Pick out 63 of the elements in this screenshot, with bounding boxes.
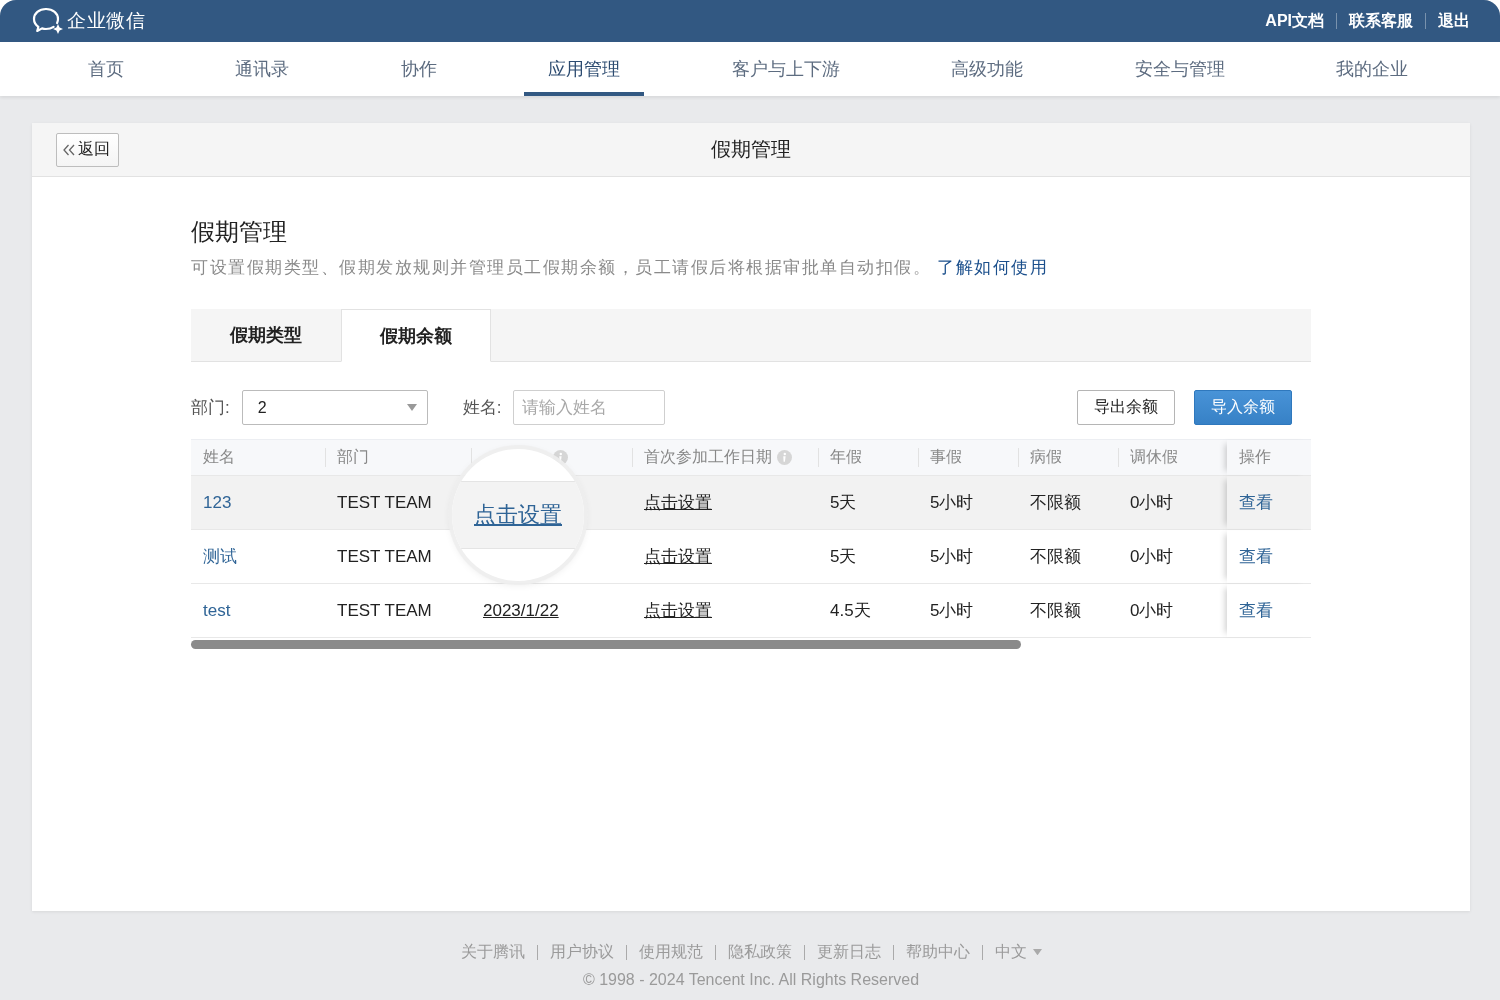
nav-item[interactable]: 我的企业 <box>1311 42 1432 96</box>
back-button[interactable]: 返回 <box>56 132 119 167</box>
employee-name-link[interactable]: test <box>203 600 231 621</box>
tab[interactable]: 假期余额 <box>341 309 491 362</box>
employee-name-link[interactable]: 测试 <box>203 545 237 568</box>
table-cell-text: TEST TEAM <box>336 491 433 514</box>
column-header: 姓名 <box>203 447 235 467</box>
nav-item[interactable]: 客户与上下游 <box>707 42 864 96</box>
set-link[interactable]: 2023/1/22 <box>483 600 559 621</box>
field-label: 姓名: <box>462 397 502 419</box>
set-link[interactable]: 点击设置 <box>644 599 712 622</box>
copyright-text: © 1998 - 2024 Tencent Inc. All Rights Reserved <box>582 970 920 990</box>
nav-item[interactable]: 协作 <box>376 42 461 96</box>
nav-item[interactable]: 高级功能 <box>927 42 1048 96</box>
view-link[interactable]: 查看 <box>1239 491 1273 514</box>
top-link[interactable]: API文档 <box>1265 10 1324 32</box>
table-cell-text: 不限额 <box>1029 546 1082 568</box>
column-header: 事假 <box>930 447 962 467</box>
description-text: 可设置假期类型、假期发放规则并管理员工假期余额，员工请假后将根据审批单自动扣假。 了解如何使用 <box>191 257 1049 279</box>
tab[interactable]: 假期类型 <box>191 309 341 361</box>
export-button[interactable]: 导出余额 <box>1077 390 1175 425</box>
view-link[interactable]: 查看 <box>1239 545 1273 568</box>
table-cell-text: 0小时 <box>1129 600 1175 622</box>
employee-name-link[interactable]: 123 <box>203 492 232 513</box>
table-cell-text: 4.5天 <box>829 600 872 622</box>
table-cell-text: 5小时 <box>929 546 975 568</box>
caret-icon <box>406 404 417 411</box>
nav-item[interactable]: 安全与管理 <box>1110 42 1249 96</box>
set-link[interactable]: 点击设置 <box>644 545 712 568</box>
chevrons-left-icon <box>63 143 75 156</box>
column-header: 病假 <box>1030 447 1062 467</box>
view-link[interactable]: 查看 <box>1239 599 1273 622</box>
column-header: 调休假 <box>1130 447 1178 467</box>
table-cell-text: 5小时 <box>929 492 975 514</box>
table-cell-text: 0小时 <box>1129 546 1175 568</box>
table-cell-text: 5天 <box>829 492 858 514</box>
nav-item[interactable]: 应用管理 <box>524 42 645 96</box>
learn-link[interactable]: 了解如何使用 <box>937 258 1048 277</box>
column-header: 部门 <box>337 447 369 467</box>
table-cell-text: 5小时 <box>929 600 975 622</box>
field-label: 部门: <box>191 397 230 419</box>
column-header: 年假 <box>830 447 862 467</box>
table-cell-text: 不限额 <box>1029 600 1082 622</box>
logo-text: 企业微信 <box>67 9 145 33</box>
nav-item[interactable]: 首页 <box>64 42 148 96</box>
top-link[interactable]: 退出 <box>1438 10 1470 32</box>
name-input-field[interactable]: 请输入姓名 <box>513 390 666 425</box>
chat-bubble-icon <box>32 7 64 35</box>
page-heading: 假期管理 <box>191 217 288 247</box>
column-header: 操作 <box>1239 447 1271 467</box>
department-select[interactable]: 2 <box>241 390 428 425</box>
table-cell-text: TEST TEAM <box>336 599 433 622</box>
table-cell-text: TEST TEAM <box>336 545 433 568</box>
card-title: 假期管理 <box>711 137 791 162</box>
scrollbar-thumb[interactable] <box>191 640 1021 649</box>
nav-item[interactable]: 通讯录 <box>211 42 314 96</box>
column-header: 首次参加工作日期 <box>644 447 772 467</box>
table-cell-text: 0小时 <box>1129 492 1175 514</box>
table-cell-text: 不限额 <box>1029 492 1082 514</box>
set-link[interactable]: 点击设置 <box>644 491 712 514</box>
top-link[interactable]: 联系客服 <box>1349 10 1413 32</box>
table-cell-text: 5天 <box>829 546 858 568</box>
import-button[interactable]: 导入余额 <box>1194 390 1292 425</box>
